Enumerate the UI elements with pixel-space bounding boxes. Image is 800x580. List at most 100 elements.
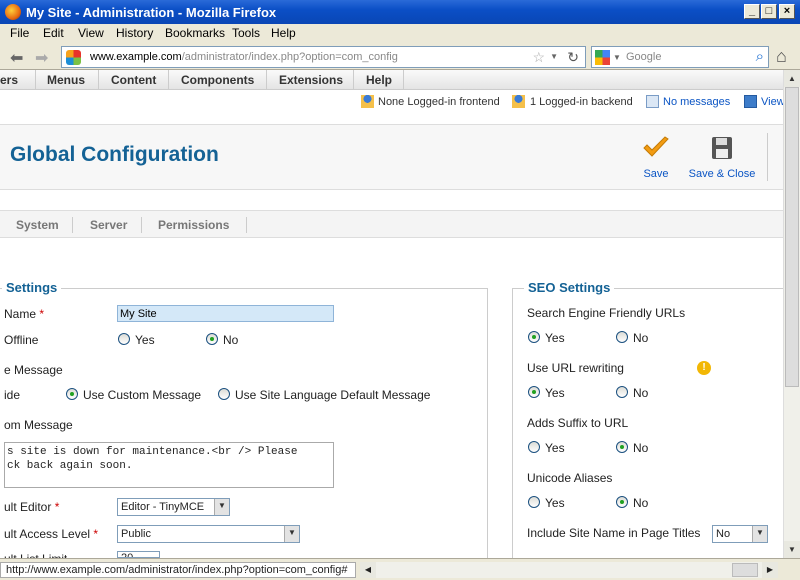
url-rewriting-label: Use URL rewriting bbox=[527, 361, 624, 375]
tab-server[interactable]: Server bbox=[90, 218, 127, 232]
search-bar[interactable]: ▼ Google ⌕ bbox=[591, 46, 769, 68]
google-icon bbox=[595, 50, 610, 65]
site-settings-fieldset bbox=[0, 288, 488, 563]
unicode-no-label: No bbox=[633, 496, 649, 510]
minimize-button[interactable]: _ bbox=[744, 4, 760, 19]
checkmark-icon bbox=[643, 136, 669, 157]
custom-message-label: om Message bbox=[4, 418, 73, 432]
frontend-status: None Logged-in frontend bbox=[378, 96, 500, 108]
user-icon bbox=[361, 95, 374, 108]
scroll-up-icon[interactable]: ▲ bbox=[784, 70, 800, 87]
home-icon[interactable]: ⌂ bbox=[776, 46, 787, 67]
scroll-thumb[interactable] bbox=[785, 87, 799, 387]
use-custom-message-radio[interactable] bbox=[66, 388, 78, 400]
menu-file[interactable]: File bbox=[10, 26, 29, 40]
messages-link[interactable]: No messages bbox=[663, 96, 730, 108]
window-titlebar: My Site - Administration - Mozilla Firef… bbox=[0, 0, 800, 24]
browser-navbar: ⬅ ➡ www.example.com/administrator/index.… bbox=[0, 43, 800, 70]
default-access-label: ult Access Level * bbox=[4, 527, 99, 541]
cms-menu-menus[interactable]: Menus bbox=[47, 73, 85, 87]
menu-tools[interactable]: Tools bbox=[232, 26, 260, 40]
cms-menu-content[interactable]: Content bbox=[111, 73, 156, 87]
list-limit-select[interactable]: 20 bbox=[117, 551, 160, 558]
unicode-no-radio[interactable] bbox=[616, 496, 628, 508]
maximize-button[interactable]: □ bbox=[761, 4, 777, 19]
site-name-label: Name * bbox=[4, 307, 45, 321]
floppy-disk-icon bbox=[712, 137, 732, 159]
rewrite-no-label: No bbox=[633, 386, 649, 400]
status-text: http://www.example.com/administrator/ind… bbox=[0, 562, 356, 578]
rewrite-yes-label: Yes bbox=[545, 386, 565, 400]
sef-yes-radio[interactable] bbox=[528, 331, 540, 343]
sitename-in-titles-select[interactable]: No ▼ bbox=[712, 525, 768, 543]
search-engine-dropdown-icon[interactable]: ▼ bbox=[613, 53, 621, 62]
cms-menu: ers Menus Content Components Extensions … bbox=[0, 70, 783, 90]
address-bar[interactable]: www.example.com/administrator/index.php?… bbox=[61, 46, 586, 68]
toolbar-divider bbox=[767, 133, 768, 181]
view-site-link[interactable]: View bbox=[761, 96, 785, 108]
use-language-message-radio[interactable] bbox=[218, 388, 230, 400]
horizontal-scroll-thumb[interactable] bbox=[732, 563, 758, 577]
menu-view[interactable]: View bbox=[78, 26, 104, 40]
chevron-down-icon: ▼ bbox=[284, 526, 299, 542]
history-dropdown-icon[interactable]: ▼ bbox=[550, 52, 558, 61]
scroll-down-icon[interactable]: ▼ bbox=[784, 541, 800, 558]
menu-bookmarks[interactable]: Bookmarks bbox=[165, 26, 225, 40]
suffix-no-label: No bbox=[633, 441, 649, 455]
scroll-right-icon[interactable]: ▶ bbox=[762, 562, 778, 578]
default-editor-label: ult Editor * bbox=[4, 500, 60, 514]
search-placeholder: Google bbox=[626, 51, 662, 63]
default-editor-select[interactable]: Editor - TinyMCE ▼ bbox=[117, 498, 230, 516]
unicode-yes-radio[interactable] bbox=[528, 496, 540, 508]
backend-status: 1 Logged-in backend bbox=[530, 96, 633, 108]
cms-menu-components[interactable]: Components bbox=[181, 73, 254, 87]
rewrite-no-radio[interactable] bbox=[616, 386, 628, 398]
bookmark-star-icon[interactable]: ☆ bbox=[532, 49, 545, 66]
warning-icon: ! bbox=[697, 361, 711, 375]
hide-label: ide bbox=[4, 388, 21, 402]
window-title: My Site - Administration - Mozilla Firef… bbox=[26, 5, 277, 20]
sitename-in-titles-label: Include Site Name in Page Titles bbox=[527, 526, 701, 540]
custom-message-textarea[interactable]: s site is down for maintenance.<br /> Pl… bbox=[4, 442, 334, 488]
horizontal-scrollbar[interactable]: ◀ ▶ bbox=[360, 562, 778, 578]
suffix-no-radio[interactable] bbox=[616, 441, 628, 453]
site-name-input[interactable] bbox=[117, 305, 334, 322]
mail-icon bbox=[646, 95, 659, 108]
search-icon[interactable]: ⌕ bbox=[756, 48, 764, 65]
back-arrow-icon[interactable]: ⬅ bbox=[10, 48, 23, 68]
cms-menu-help[interactable]: Help bbox=[366, 73, 392, 87]
rewrite-yes-radio[interactable] bbox=[528, 386, 540, 398]
sef-yes-label: Yes bbox=[545, 331, 565, 345]
suffix-yes-label: Yes bbox=[545, 441, 565, 455]
offline-no-radio[interactable] bbox=[206, 333, 218, 345]
default-access-select[interactable]: Public ▼ bbox=[117, 525, 300, 543]
use-custom-message-label: Use Custom Message bbox=[83, 388, 202, 402]
login-status-row: None Logged-in frontend 1 Logged-in back… bbox=[0, 90, 785, 116]
tab-system[interactable]: System bbox=[16, 218, 59, 232]
scroll-left-icon[interactable]: ◀ bbox=[360, 562, 376, 578]
offline-message-label: e Message bbox=[4, 363, 63, 377]
save-close-button[interactable]: Save & Close bbox=[686, 135, 758, 180]
save-button[interactable]: Save bbox=[640, 135, 672, 180]
menu-edit[interactable]: Edit bbox=[43, 26, 64, 40]
reload-icon[interactable]: ↻ bbox=[567, 49, 579, 66]
tab-permissions[interactable]: Permissions bbox=[158, 218, 229, 232]
cms-menu-extensions[interactable]: Extensions bbox=[279, 73, 343, 87]
menu-help[interactable]: Help bbox=[271, 26, 296, 40]
close-button[interactable]: × bbox=[779, 4, 795, 19]
menu-history[interactable]: History bbox=[116, 26, 153, 40]
page-title: Global Configuration bbox=[10, 143, 219, 166]
joomla-favicon-icon bbox=[66, 50, 81, 65]
user-icon bbox=[512, 95, 525, 108]
chevron-down-icon: ▼ bbox=[752, 526, 767, 542]
seo-settings-legend: SEO Settings bbox=[524, 280, 615, 295]
view-site-icon bbox=[744, 95, 757, 108]
sef-no-label: No bbox=[633, 331, 649, 345]
forward-arrow-icon[interactable]: ➡ bbox=[35, 48, 48, 68]
vertical-scrollbar[interactable]: ▲ ▼ bbox=[783, 70, 800, 558]
cms-menu-users[interactable]: ers bbox=[0, 73, 18, 87]
sef-urls-label: Search Engine Friendly URLs bbox=[527, 306, 686, 320]
sef-no-radio[interactable] bbox=[616, 331, 628, 343]
offline-yes-radio[interactable] bbox=[118, 333, 130, 345]
suffix-yes-radio[interactable] bbox=[528, 441, 540, 453]
